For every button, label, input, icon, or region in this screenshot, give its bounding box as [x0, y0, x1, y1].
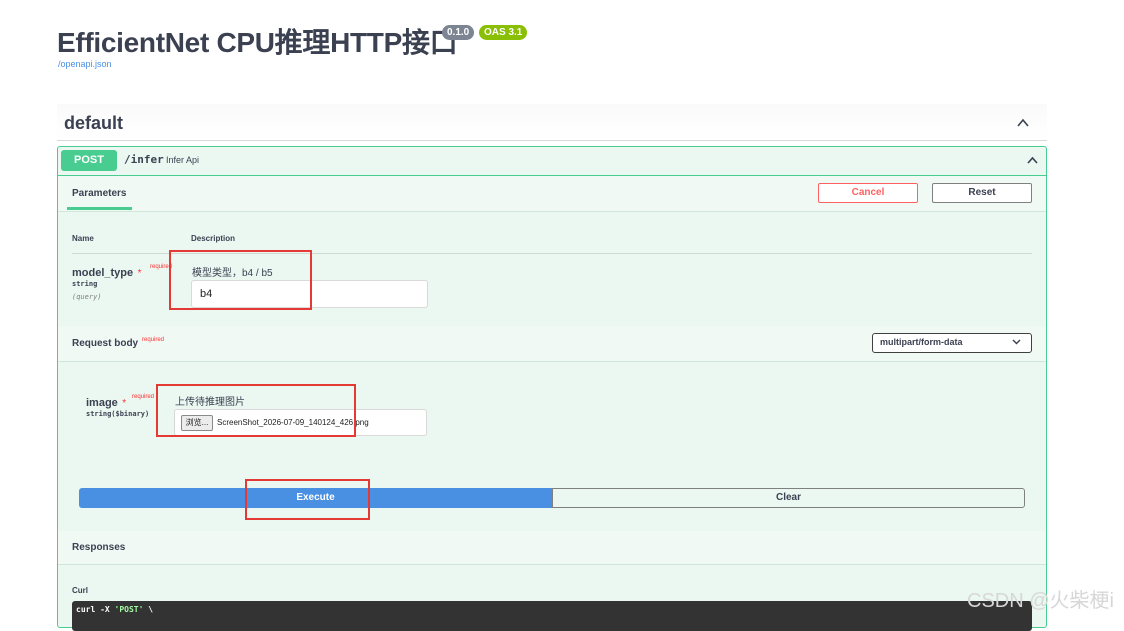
request-body-required: required [142, 337, 165, 343]
column-header-description: Description [191, 234, 236, 243]
annotation-highlight-box [169, 250, 312, 310]
curl-suffix: \ [143, 605, 154, 614]
watermark: CSDN @火柴梗i [967, 590, 1114, 612]
operation-path: /infer [124, 153, 164, 166]
body-field-name: image [86, 397, 118, 409]
tag-section-header[interactable] [57, 104, 1047, 141]
openapi-json-link[interactable]: /openapi.json [58, 59, 112, 69]
param-location: (query) [72, 293, 102, 301]
content-type-value: multipart/form-data [880, 337, 963, 347]
method-badge: POST [61, 150, 117, 171]
responses-title: Responses [72, 542, 126, 553]
body-field-name-row: image * [86, 393, 126, 411]
operation-summary-text: Infer Api [166, 155, 200, 165]
chevron-down-icon [1012, 339, 1021, 345]
clear-button[interactable]: Clear [552, 488, 1025, 508]
body-field-required: required [132, 394, 155, 400]
tab-underline [67, 207, 132, 210]
oas-badge: OAS 3.1 [479, 25, 528, 40]
column-header-name: Name [72, 234, 94, 243]
cancel-button[interactable]: Cancel [818, 183, 918, 203]
page-title: EfficientNet CPU推理HTTP接口 [57, 27, 458, 58]
param-name: model_type [72, 267, 134, 279]
chevron-up-icon[interactable] [1016, 116, 1030, 130]
tab-parameters[interactable]: Parameters [72, 188, 126, 199]
tag-name: default [64, 113, 124, 133]
body-field-type: string($binary) [86, 410, 150, 418]
param-type: string [72, 280, 98, 288]
curl-command: curl -X 'POST' \ [76, 605, 153, 614]
param-name-row: model_type * [72, 263, 142, 281]
annotation-highlight-box [245, 479, 370, 520]
curl-code-block [72, 601, 1032, 631]
required-star: * [137, 268, 142, 279]
curl-method: 'POST' [114, 605, 144, 614]
required-star: * [122, 398, 127, 409]
reset-button[interactable]: Reset [932, 183, 1032, 203]
curl-label: Curl [72, 586, 88, 595]
version-badge: 0.1.0 [442, 25, 475, 40]
request-body-title: Request body [72, 338, 139, 349]
curl-prefix: curl -X [76, 605, 115, 614]
annotation-highlight-box [156, 384, 356, 437]
operation-summary[interactable] [58, 147, 1046, 176]
responses-header [58, 531, 1046, 565]
chevron-up-icon[interactable] [1026, 154, 1039, 167]
